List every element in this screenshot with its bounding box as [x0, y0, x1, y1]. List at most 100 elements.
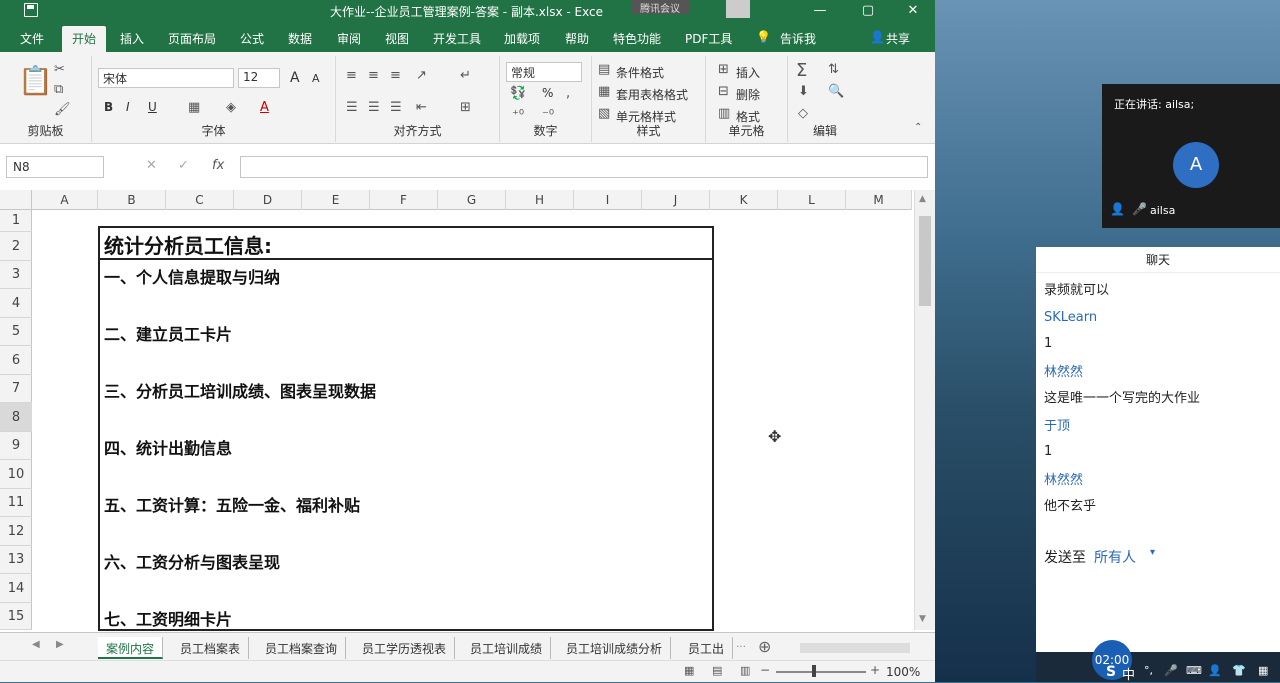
column-header-a[interactable]: A — [32, 190, 98, 210]
underline-button[interactable]: U — [148, 100, 157, 114]
prev-sheet-icon[interactable]: ◀ — [32, 639, 40, 650]
horizontal-scrollbar[interactable] — [800, 643, 910, 653]
conditional-format-button[interactable]: 条件格式 — [616, 64, 664, 81]
chat-input[interactable] — [1044, 577, 1272, 627]
tab-insert[interactable]: 插入 — [120, 30, 144, 47]
add-sheet-icon[interactable]: ⊕ — [758, 637, 771, 656]
autosum-icon[interactable]: Σ — [796, 60, 807, 81]
scroll-up-icon[interactable]: ▲ — [919, 194, 926, 204]
more-sheets-icon[interactable]: … — [736, 639, 746, 650]
percent-button[interactable]: % — [542, 86, 553, 100]
tab-formulas[interactable]: 公式 — [240, 30, 264, 47]
save-icon[interactable] — [24, 3, 38, 17]
cut-icon[interactable]: ✂ — [54, 62, 65, 77]
tab-view[interactable]: 视图 — [385, 30, 409, 47]
tab-addins[interactable]: 加载项 — [504, 30, 540, 47]
italic-button[interactable]: I — [126, 100, 130, 114]
shrink-font-button[interactable]: A — [312, 72, 320, 85]
copy-icon[interactable]: ⧉ — [54, 82, 63, 97]
sheet-tab-employee-records[interactable]: 员工档案表 — [172, 637, 250, 659]
name-box[interactable]: N8 — [6, 156, 104, 178]
microphone-icon[interactable]: 🎤 — [1132, 202, 1147, 216]
orientation-icon[interactable]: ↗ — [416, 68, 427, 83]
row-header-15[interactable]: 15 — [0, 603, 32, 630]
number-format-select[interactable]: 常规 — [506, 62, 582, 82]
row-header-6[interactable]: 6 — [0, 346, 32, 375]
column-header-g[interactable]: G — [438, 190, 506, 210]
row-header-13[interactable]: 13 — [0, 546, 32, 574]
align-bottom-icon[interactable]: ≡ — [390, 68, 401, 83]
confirm-icon[interactable]: ✓ — [178, 158, 189, 173]
row-header-5[interactable]: 5 — [0, 318, 32, 346]
formula-input[interactable] — [240, 156, 928, 178]
decrease-decimal-icon[interactable]: ⁻⁰ — [542, 108, 554, 123]
sheet-tab-education-pivot[interactable]: 员工学历透视表 — [354, 637, 456, 659]
font-name-select[interactable]: 宋体 — [98, 68, 234, 88]
close-button[interactable]: ✕ — [893, 1, 933, 21]
outline-item-2[interactable]: 二、建立员工卡片 — [104, 321, 232, 345]
user-avatar[interactable] — [726, 0, 750, 18]
outline-item-4[interactable]: 四、统计出勤信息 — [104, 435, 232, 459]
find-icon[interactable]: 🔍 — [828, 84, 844, 99]
row-header-4[interactable]: 4 — [0, 289, 32, 318]
scroll-down-icon[interactable]: ▼ — [919, 614, 926, 624]
comma-icon[interactable]: , — [566, 86, 570, 101]
merge-icon[interactable]: ⊞ — [460, 100, 471, 115]
outline-item-7[interactable]: 七、工资明细卡片 — [104, 606, 232, 630]
page-layout-view-icon[interactable]: ▤ — [712, 664, 722, 677]
align-right-icon[interactable]: ☰ — [390, 100, 402, 115]
column-header-i[interactable]: I — [574, 190, 642, 210]
font-color-icon[interactable]: A — [260, 100, 269, 115]
column-header-l[interactable]: L — [778, 190, 846, 210]
align-left-icon[interactable]: ☰ — [346, 100, 358, 115]
increase-decimal-icon[interactable]: ⁺⁰ — [512, 108, 524, 123]
tab-home[interactable]: 开始 — [62, 26, 107, 52]
select-all-corner[interactable] — [0, 190, 32, 210]
punctuation-icon[interactable]: °, — [1144, 664, 1153, 677]
tab-pdf-tools[interactable]: PDF工具 — [685, 30, 732, 47]
sort-filter-icon[interactable]: ⇅ — [828, 62, 839, 77]
share-button[interactable]: 共享 — [886, 30, 910, 47]
column-header-b[interactable]: B — [98, 190, 166, 210]
insert-function-button[interactable]: fx — [212, 158, 224, 173]
send-to-select[interactable]: 所有人 — [1094, 547, 1136, 567]
outline-item-3[interactable]: 三、分析员工培训成绩、图表呈现数据 — [104, 378, 376, 402]
cancel-icon[interactable]: ✕ — [146, 158, 157, 173]
outline-item-6[interactable]: 六、工资分析与图表呈现 — [104, 549, 280, 573]
sheet-tab-training-analysis[interactable]: 员工培训成绩分析 — [558, 637, 672, 659]
zoom-level[interactable]: 100% — [886, 665, 920, 679]
column-header-e[interactable]: E — [302, 190, 370, 210]
user-icon[interactable]: 👤 — [1208, 664, 1222, 677]
zoom-slider[interactable] — [776, 671, 866, 673]
border-icon[interactable]: ▦ — [188, 100, 200, 115]
tab-data[interactable]: 数据 — [288, 30, 312, 47]
voice-input-icon[interactable]: 🎤 — [1164, 664, 1178, 677]
tab-review[interactable]: 审阅 — [337, 30, 361, 47]
indent-icon[interactable]: ⇤ — [416, 100, 427, 115]
grow-font-button[interactable]: A — [290, 70, 300, 86]
column-header-k[interactable]: K — [710, 190, 778, 210]
column-header-c[interactable]: C — [166, 190, 234, 210]
bold-button[interactable]: B — [104, 100, 113, 114]
row-header-11[interactable]: 11 — [0, 489, 32, 517]
row-header-2[interactable]: 2 — [0, 232, 32, 261]
format-painter-icon[interactable]: 🖌 — [54, 102, 71, 117]
row-header-7[interactable]: 7 — [0, 375, 32, 403]
row-header-14[interactable]: 14 — [0, 574, 32, 603]
zoom-out-icon[interactable]: − — [760, 663, 770, 677]
column-header-h[interactable]: H — [506, 190, 574, 210]
tab-developer[interactable]: 开发工具 — [433, 30, 481, 47]
wrap-text-icon[interactable]: ↵ — [460, 68, 471, 83]
row-header-8[interactable]: 8 — [0, 403, 32, 432]
grid-icon[interactable]: ▦ — [1258, 664, 1268, 677]
minimize-button[interactable]: — — [800, 1, 840, 21]
clear-icon[interactable]: ◇ — [798, 106, 808, 121]
tab-help[interactable]: 帮助 — [565, 30, 589, 47]
maximize-button[interactable]: ▢ — [848, 1, 888, 21]
chevron-down-icon[interactable]: ▾ — [1150, 547, 1155, 558]
font-size-select[interactable]: 12 — [238, 68, 280, 88]
zoom-slider-thumb[interactable] — [812, 665, 816, 677]
fill-icon[interactable]: ⬇ — [798, 84, 809, 99]
zoom-in-icon[interactable]: + — [870, 663, 880, 677]
outline-item-1[interactable]: 一、个人信息提取与归纳 — [104, 264, 280, 288]
